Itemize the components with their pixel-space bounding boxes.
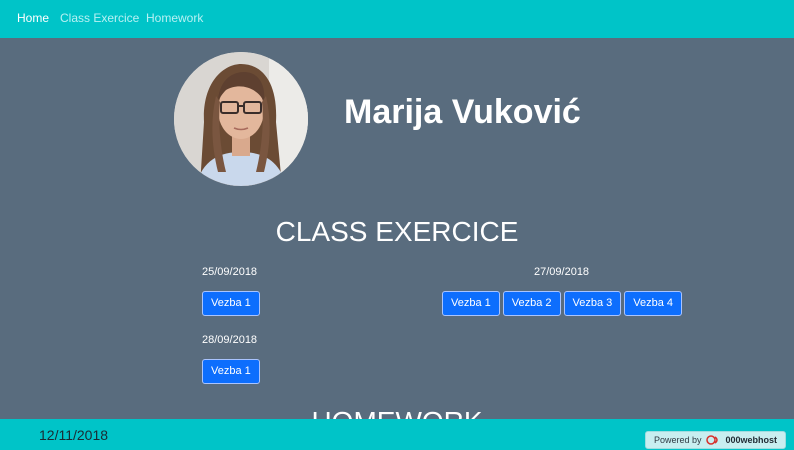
host-brand-name: 000webhost <box>725 435 778 445</box>
nav-link-class-exercice[interactable]: Class Exercice <box>60 11 139 25</box>
class-exercise-title: CLASS EXERCICE <box>275 216 519 247</box>
profile-name: Marija Vuković <box>344 93 581 131</box>
exercise-button-group: Vezba 1 Vezba 2 Vezba 3 Vezba 4 <box>442 291 683 316</box>
webhost-logo-icon <box>705 435 722 445</box>
profile-avatar <box>174 52 308 186</box>
powered-by-badge[interactable]: Powered by 000webhost <box>645 431 786 449</box>
nav-link-home[interactable]: Home <box>17 11 49 25</box>
exercise-date: 27/09/2018 <box>534 266 590 278</box>
page-footer: 12/11/2018 Powered by 000webhost <box>0 419 794 450</box>
vezba-button[interactable]: Vezba 1 <box>202 291 260 316</box>
exercise-date: 28/09/2018 <box>202 334 258 346</box>
vezba-button[interactable]: Vezba 2 <box>502 291 561 316</box>
exercise-button-group: Vezba 1 <box>202 291 260 316</box>
nav-link-homework[interactable]: Homework <box>146 11 203 25</box>
vezba-button[interactable]: Vezba 1 <box>202 359 260 384</box>
vezba-button[interactable]: Vezba 3 <box>563 291 622 316</box>
profile-photo-illustration <box>174 52 308 186</box>
exercise-date: 25/09/2018 <box>202 266 258 278</box>
footer-date: 12/11/2018 <box>39 427 109 443</box>
powered-by-label: Powered by <box>654 435 702 445</box>
top-navbar: Home Class Exercice Homework <box>0 0 794 38</box>
vezba-button[interactable]: Vezba 1 <box>442 291 500 316</box>
vezba-button[interactable]: Vezba 4 <box>624 291 683 316</box>
exercise-button-group: Vezba 1 <box>202 359 260 384</box>
